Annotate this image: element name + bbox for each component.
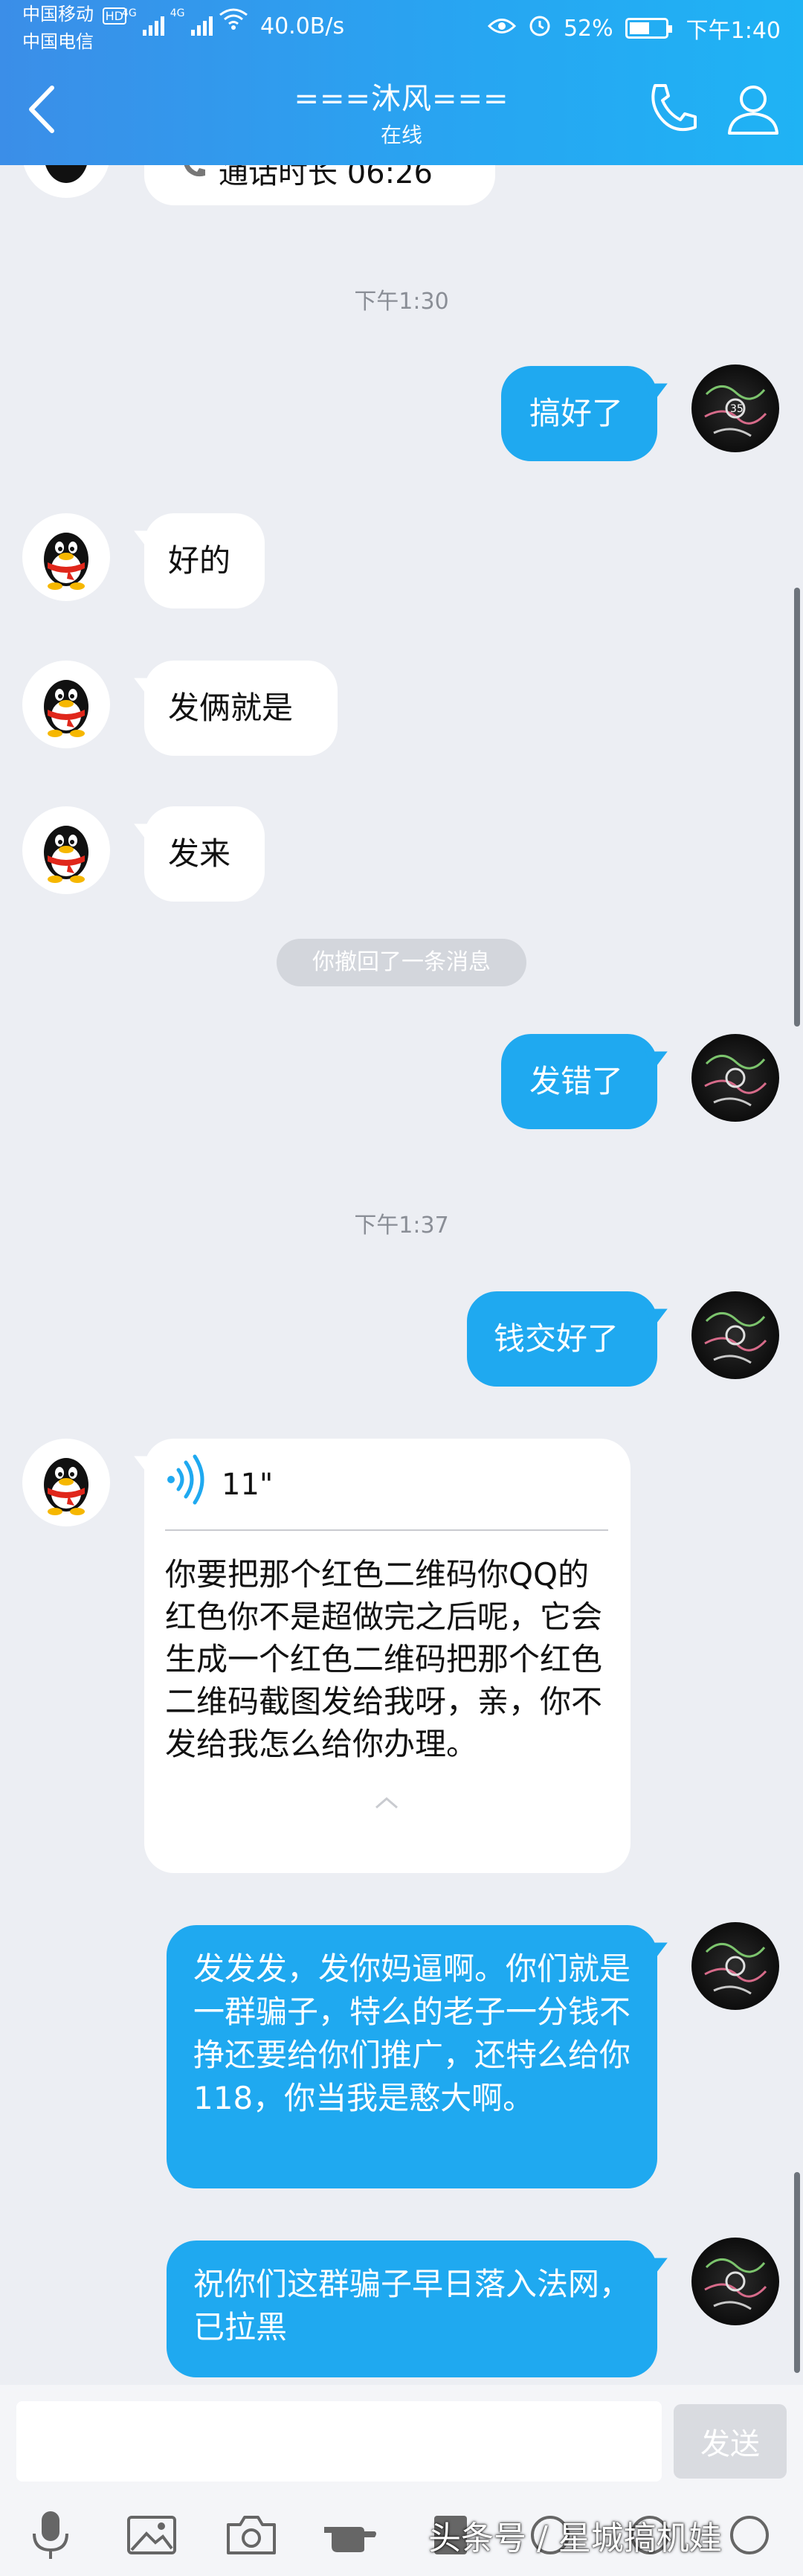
carrier-2: 中国电信 xyxy=(22,31,94,52)
collapse-chevron-icon[interactable] xyxy=(165,1779,608,1809)
eye-icon xyxy=(487,16,517,42)
voice-duration: 11" xyxy=(222,1468,274,1502)
scrollbar-thumb[interactable] xyxy=(794,588,800,1027)
message-bubble-incoming[interactable]: 发俩就是 xyxy=(144,661,338,756)
smile-icon xyxy=(730,2516,769,2554)
status-right: 52% 下午1:40 xyxy=(487,12,781,45)
my-avatar[interactable] xyxy=(691,1291,779,1379)
battery-icon xyxy=(625,18,672,39)
voice-message-bubble[interactable]: 11" 你要把那个红色二维码你QQ的红色你不是超做完之后呢，它会生成一个红色二维… xyxy=(144,1439,631,1873)
message-bubble-outgoing[interactable]: 祝你们这群骗子早日落入法网，已拉黑 xyxy=(167,2241,657,2377)
call-button[interactable] xyxy=(639,76,706,143)
photo-button[interactable] xyxy=(122,2505,181,2565)
microphone-icon xyxy=(33,2511,68,2559)
camera-icon xyxy=(227,2516,276,2554)
my-avatar[interactable] xyxy=(691,2238,779,2325)
extra-button[interactable] xyxy=(720,2505,779,2565)
status-bar: 中国移动 HD 中国电信 4G 4G 40.0B/s 52% 下午1:40 xyxy=(0,0,803,54)
my-avatar[interactable] xyxy=(691,1034,779,1122)
contact-avatar[interactable] xyxy=(22,1439,110,1526)
signal-icon xyxy=(190,15,213,36)
pointing-hand-icon xyxy=(324,2527,376,2552)
divider xyxy=(165,1529,608,1531)
system-notice: 你撤回了一条消息 xyxy=(277,939,526,986)
alarm-icon xyxy=(528,13,552,43)
signal-icon xyxy=(142,15,164,36)
clock: 下午1:40 xyxy=(686,18,781,44)
image-icon xyxy=(127,2516,176,2554)
microphone-button[interactable] xyxy=(21,2505,80,2565)
message-bubble-outgoing[interactable]: 发发发，发你妈逼啊。你们就是一群骗子，特么的老子一分钱不挣还要给你们推广，还特么… xyxy=(167,1925,657,2188)
chat-area[interactable]: 通话时长 06:26 下午1:30 搞好了 35 好的 发俩就是 发来 你撤回了… xyxy=(0,0,803,2576)
voice-transcript: 你要把那个红色二维码你QQ的红色你不是超做完之后呢，它会生成一个红色二维码把那个… xyxy=(165,1556,603,1762)
network-type-2: 4G xyxy=(170,7,185,19)
input-toolbar: 头条号 / 星城搞机娃 xyxy=(0,2496,803,2576)
send-button[interactable]: 发送 xyxy=(674,2404,787,2479)
wifi-icon xyxy=(219,7,248,36)
carrier-info: 中国移动 HD 中国电信 xyxy=(22,1,126,54)
person-icon xyxy=(728,86,778,135)
message-bubble-outgoing[interactable]: 发错了 xyxy=(501,1034,657,1129)
message-bubble-incoming[interactable]: 发来 xyxy=(144,806,265,902)
carrier-1: 中国移动 xyxy=(22,4,94,25)
message-bubble-outgoing[interactable]: 搞好了 xyxy=(501,366,657,461)
contact-avatar[interactable] xyxy=(22,661,110,748)
my-avatar[interactable] xyxy=(691,1922,779,2010)
message-input[interactable] xyxy=(16,2401,662,2482)
svg-text:35: 35 xyxy=(730,403,744,415)
contact-avatar[interactable] xyxy=(22,806,110,894)
scrollbar-thumb[interactable] xyxy=(794,2172,800,2373)
my-avatar[interactable]: 35 xyxy=(691,364,779,452)
input-area: 发送 头条号 / 星城搞机娃 xyxy=(0,2385,803,2576)
timestamp: 下午1:30 xyxy=(354,289,449,315)
qq-penguin-icon xyxy=(44,533,88,590)
voice-wave-icon xyxy=(165,1454,207,1517)
profile-button[interactable] xyxy=(720,76,787,143)
network-speed: 40.0B/s xyxy=(260,13,345,39)
message-bubble-outgoing[interactable]: 钱交好了 xyxy=(467,1291,657,1387)
phone-icon xyxy=(651,84,697,131)
signal-icons: 4G 4G xyxy=(122,7,248,36)
watermark: 头条号 / 星城搞机娃 xyxy=(428,2519,722,2557)
battery-percent: 52% xyxy=(563,15,613,42)
network-type-1: 4G xyxy=(122,7,137,19)
timestamp: 下午1:37 xyxy=(354,1212,449,1239)
poke-button[interactable] xyxy=(321,2505,381,2565)
contact-avatar[interactable] xyxy=(22,513,110,601)
message-bubble-incoming[interactable]: 好的 xyxy=(144,513,265,608)
camera-button[interactable] xyxy=(222,2505,281,2565)
title-bar: ===沐风=== 在线 xyxy=(0,54,803,165)
chat-header: 中国移动 HD 中国电信 4G 4G 40.0B/s 52% 下午1:40 ==… xyxy=(0,0,803,165)
voice-play-row[interactable]: 11" xyxy=(165,1454,608,1517)
